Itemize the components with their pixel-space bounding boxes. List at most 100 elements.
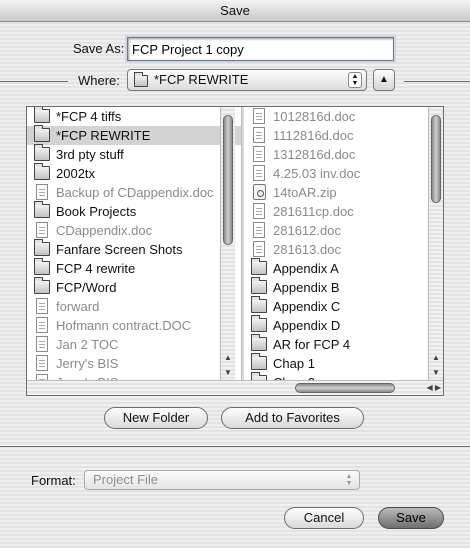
horizontal-scroll-arrows[interactable]: ◀ ▶ [426, 381, 441, 395]
save-as-field[interactable] [127, 37, 394, 61]
list-item-label: Book Projects [56, 204, 137, 219]
list-item-label: 1312816d.doc [273, 147, 356, 162]
folder-icon [134, 72, 148, 87]
list-item-label: AR for FCP 4 [273, 337, 351, 352]
list-item[interactable]: Appendix C▶ [244, 296, 442, 316]
list-item[interactable]: Appendix D▶ [244, 315, 442, 335]
list-item[interactable]: AR for FCP 4▶ [244, 334, 442, 354]
folder-icon [34, 258, 50, 275]
document-icon [253, 146, 265, 162]
list-item-label: FCP 4 rewrite [56, 261, 136, 276]
zip-icon [253, 184, 266, 200]
where-popup[interactable]: *FCP REWRITE ▲ ▼ [127, 69, 367, 91]
list-item[interactable]: *FCP 4 tiffs▶ [27, 107, 241, 126]
column-1-scroll-arrows[interactable]: ▲ ▼ [221, 350, 235, 380]
horizontal-scroll-thumb[interactable] [295, 383, 395, 393]
folder-icon [34, 277, 50, 294]
folder-icon [251, 258, 267, 275]
folder-icon [251, 277, 267, 294]
list-item[interactable]: 4.25.03 inv.doc [244, 164, 442, 183]
document-icon [253, 108, 265, 124]
browser-column-1[interactable]: *FCP 4 tiffs▶*FCP REWRITE▶3rd pty stuff▶… [27, 107, 241, 380]
list-item-label: Hofmann contract.DOC [56, 318, 192, 333]
horizontal-scrollbar[interactable]: ◀ ▶ [27, 380, 443, 395]
list-item-label: 4.25.03 inv.doc [273, 166, 361, 181]
list-item[interactable]: 2002tx▶ [27, 163, 241, 183]
list-item-label: Chap 1 [273, 356, 315, 371]
list-item[interactable]: CDappendix.doc [27, 221, 241, 240]
list-item[interactable]: 281612.doc [244, 221, 442, 240]
list-item-label: 1112816d.doc [273, 128, 354, 143]
list-item-label: Appendix B [273, 280, 340, 295]
list-item-label: *FCP 4 tiffs [56, 109, 122, 124]
list-item-label: 14toAR.zip [273, 185, 337, 200]
list-item-label: forward [56, 299, 100, 314]
list-item[interactable]: Book Projects▶ [27, 201, 241, 221]
document-icon [253, 241, 265, 257]
format-popup[interactable]: Project File ▲ ▼ [84, 470, 360, 490]
column-2-scrollbar[interactable]: ▲ ▼ [428, 107, 443, 380]
file-browser[interactable]: *FCP 4 tiffs▶*FCP REWRITE▶3rd pty stuff▶… [26, 106, 444, 396]
list-item-label: Backup of CDappendix.doc [56, 185, 214, 200]
list-item[interactable]: Appendix B▶ [244, 277, 442, 297]
list-item-label: 281612.doc [273, 223, 341, 238]
cancel-button[interactable]: Cancel [284, 507, 364, 529]
format-value: Project File [93, 472, 159, 487]
list-item[interactable]: Fanfare Screen Shots▶ [27, 239, 241, 259]
list-item[interactable]: 1112816d.doc [244, 126, 442, 145]
browser-column-2[interactable]: 1012816d.doc 1112816d.doc 1312816d.doc 4.25… [244, 107, 442, 380]
folder-icon [251, 315, 267, 332]
column-1-scrollbar[interactable]: ▲ ▼ [220, 107, 235, 380]
list-item[interactable]: 281611cp.doc [244, 202, 442, 221]
divider-right [404, 81, 470, 82]
list-item[interactable]: Appendix A▶ [244, 258, 442, 278]
list-item[interactable]: Jan 2 TOC [27, 335, 241, 354]
list-item[interactable]: Hofmann contract.DOC [27, 316, 241, 335]
document-icon [36, 184, 48, 200]
list-item[interactable]: FCP 4 rewrite▶ [27, 258, 241, 278]
document-icon [253, 222, 265, 238]
list-item[interactable]: 3rd pty stuff▶ [27, 144, 241, 164]
up-down-arrows-icon: ▲ ▼ [345, 473, 353, 487]
list-item-label: 2002tx [56, 166, 96, 181]
list-item-label: Appendix C [273, 299, 341, 314]
list-item[interactable]: 1012816d.doc [244, 107, 442, 126]
list-item-label: Appendix A [273, 261, 339, 276]
list-item[interactable]: *FCP REWRITE▶ [27, 125, 241, 145]
folder-icon [251, 353, 267, 370]
format-label: Format: [31, 473, 76, 488]
up-arrow-icon: ▲ [379, 74, 389, 85]
list-item-label: Jerry's BIS [56, 356, 119, 371]
folder-icon [34, 201, 50, 218]
where-value: *FCP REWRITE [154, 72, 249, 87]
divider-bottom [0, 446, 470, 447]
list-item[interactable]: Chap 1▶ [244, 353, 442, 373]
document-icon [36, 317, 48, 333]
up-button[interactable]: ▲ [373, 69, 395, 91]
list-item-label: *FCP REWRITE [56, 128, 151, 143]
column-2-scroll-arrows[interactable]: ▲ ▼ [429, 350, 443, 380]
folder-icon [34, 107, 50, 123]
add-to-favorites-button[interactable]: Add to Favorites [221, 407, 364, 429]
save-button[interactable]: Save [378, 507, 444, 529]
save-as-label: Save As: [73, 41, 125, 56]
list-item-label: Appendix D [273, 318, 341, 333]
list-item[interactable]: 1312816d.doc [244, 145, 442, 164]
list-item[interactable]: Jerry's BIS rev [27, 373, 241, 380]
up-down-arrows-icon: ▲ ▼ [348, 72, 362, 88]
folder-icon [34, 163, 50, 180]
list-item[interactable]: Chap 2▶ [244, 372, 442, 380]
list-item-label: Fanfare Screen Shots [56, 242, 183, 257]
list-item[interactable]: Jerry's BIS [27, 354, 241, 373]
column-2-scroll-thumb[interactable] [431, 115, 441, 203]
list-item[interactable]: FCP/Word▶ [27, 277, 241, 297]
list-item-label: 281611cp.doc [273, 204, 354, 219]
list-item[interactable]: 14toAR.zip [244, 183, 442, 202]
column-1-scroll-thumb[interactable] [223, 115, 233, 245]
list-item-label: CDappendix.doc [56, 223, 153, 238]
list-item[interactable]: forward [27, 297, 241, 316]
list-item[interactable]: 281613.doc [244, 240, 442, 259]
new-folder-button[interactable]: New Folder [104, 407, 208, 429]
list-item[interactable]: Backup of CDappendix.doc [27, 183, 241, 202]
list-item-label: 3rd pty stuff [56, 147, 124, 162]
